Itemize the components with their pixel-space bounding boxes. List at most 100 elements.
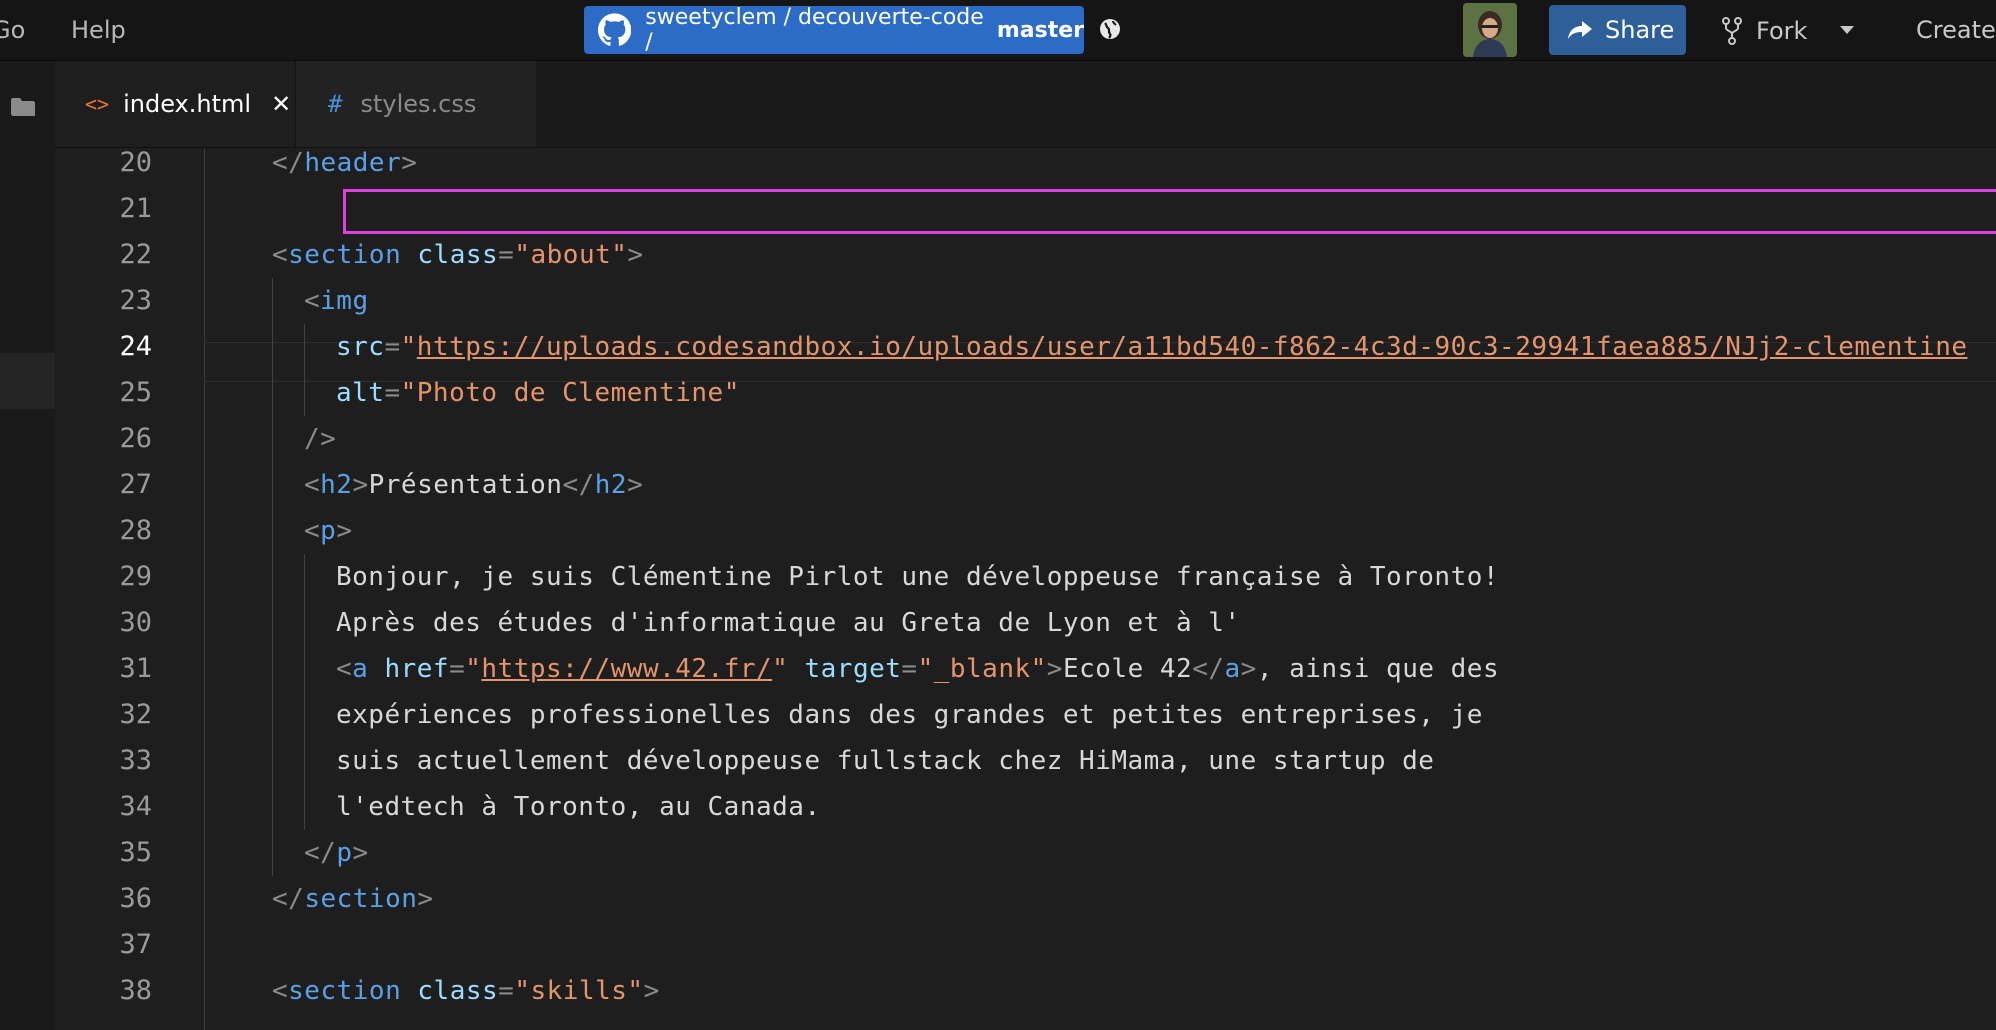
indent-guide [272, 508, 273, 554]
indent-guide [272, 738, 273, 784]
indent-guide [272, 324, 273, 370]
code-text: </p> [304, 838, 369, 868]
code-line[interactable]: 37 [55, 922, 1996, 968]
code-line[interactable]: 31 <a href="https://www.42.fr/" target="_… [55, 646, 1996, 692]
github-icon [598, 13, 632, 46]
code-text: <section class="skills"> [272, 976, 660, 1006]
line-number: 23 [119, 285, 152, 316]
indent-guide [304, 738, 305, 784]
top-bar: Go Help sweetyclem / decouverte-code / m… [0, 0, 1996, 61]
code-line[interactable]: 30 Après des études d'informatique au Gre… [55, 600, 1996, 646]
share-icon [1568, 21, 1592, 39]
fork-button[interactable]: Fork [1722, 14, 1807, 48]
indent-guide [272, 554, 273, 600]
code-text: Après des études d'informatique au Greta… [336, 608, 1241, 638]
close-icon[interactable]: ✕ [271, 90, 291, 118]
repo-branch: master [996, 17, 1084, 43]
line-number: 21 [119, 193, 152, 224]
indent-guide [272, 784, 273, 830]
line-number: 27 [119, 469, 152, 500]
indent-guide [304, 324, 305, 370]
repo-button[interactable]: sweetyclem / decouverte-code / master [584, 5, 1084, 55]
code-line[interactable]: 24 src="https://uploads.codesandbox.io/up… [55, 324, 1996, 370]
html-file-icon: <> [85, 92, 110, 116]
avatar-image [1463, 3, 1517, 57]
code-text: expériences professionelles dans des gra… [336, 700, 1483, 730]
code-text: src="https://uploads.codesandbox.io/uplo… [336, 332, 1968, 362]
repo-path: sweetyclem / decouverte-code / [645, 5, 984, 55]
code-text: </section> [272, 884, 434, 914]
code-line[interactable]: 23 <img [55, 278, 1996, 324]
line-number: 31 [119, 653, 152, 684]
line-number: 37 [119, 929, 152, 960]
line-number: 20 [119, 148, 152, 178]
indent-guide [304, 646, 305, 692]
line-number: 28 [119, 515, 152, 546]
code-text: l'edtech à Toronto, au Canada. [336, 792, 821, 822]
line-number: 35 [119, 837, 152, 868]
line-number: 29 [119, 561, 152, 592]
indent-guide [304, 692, 305, 738]
code-editor[interactable]: 20 </header> 21 22 <section class="about"> 23… [55, 148, 1996, 1030]
activity-bar [0, 61, 55, 1030]
code-line[interactable]: 36 </section> [55, 876, 1996, 922]
tab-styles-css[interactable]: # styles.css [295, 61, 536, 147]
code-line[interactable]: 25 alt="Photo de Clementine" [55, 370, 1996, 416]
menu-help[interactable]: Help [71, 16, 126, 44]
code-text: /> [304, 424, 337, 454]
share-button[interactable]: Share [1549, 5, 1686, 55]
code-line[interactable]: 33 suis actuellement développeuse fullsta… [55, 738, 1996, 784]
globe-icon[interactable] [1098, 17, 1122, 41]
indent-guide [304, 600, 305, 646]
code-line[interactable]: 32 expériences professionelles dans des g… [55, 692, 1996, 738]
tab-label: index.html [123, 90, 252, 118]
create-button[interactable]: Create [1916, 16, 1996, 44]
indent-guide [272, 370, 273, 416]
menu-go[interactable]: Go [0, 16, 25, 44]
code-text: </header> [272, 148, 418, 178]
line-number: 38 [119, 975, 152, 1006]
code-line[interactable]: 28 <p> [55, 508, 1996, 554]
line-number: 32 [119, 699, 152, 730]
code-line[interactable]: 35 </p> [55, 830, 1996, 876]
activity-active-row [0, 353, 55, 409]
line-number: 34 [119, 791, 152, 822]
code-text: alt="Photo de Clementine" [336, 378, 740, 408]
annotation-highlight-box [343, 189, 1996, 234]
folder-icon[interactable] [10, 97, 36, 117]
line-number: 33 [119, 745, 152, 776]
code-line[interactable]: 20 </header> [55, 148, 1996, 186]
tab-index-html[interactable]: <> index.html ✕ [55, 61, 295, 147]
indent-guide [272, 600, 273, 646]
code-line[interactable]: 27 <h2>Présentation</h2> [55, 462, 1996, 508]
indent-guide [272, 692, 273, 738]
code-line[interactable]: 26 /> [55, 416, 1996, 462]
css-file-icon: # [328, 90, 343, 118]
share-label: Share [1605, 16, 1675, 44]
code-line[interactable]: 22 <section class="about"> [55, 232, 1996, 278]
user-avatar[interactable] [1463, 3, 1517, 57]
tab-bar: <> index.html ✕ # styles.css [55, 61, 1996, 148]
code-line[interactable]: 38 <section class="skills"> [55, 968, 1996, 1014]
code-line[interactable]: 34 l'edtech à Toronto, au Canada. [55, 784, 1996, 830]
line-number: 30 [119, 607, 152, 638]
indent-guide [272, 462, 273, 508]
code-text: Bonjour, je suis Clémentine Pirlot une d… [336, 562, 1500, 592]
indent-guide [272, 646, 273, 692]
indent-guide [304, 370, 305, 416]
tab-label: styles.css [360, 90, 477, 118]
indent-guide [304, 784, 305, 830]
code-text: <a href="https://www.42.fr/" target="_bl… [336, 654, 1500, 684]
fork-icon [1722, 17, 1742, 45]
line-number: 25 [119, 377, 152, 408]
fork-label: Fork [1756, 17, 1808, 45]
indent-guide [272, 278, 273, 324]
line-number: 24 [119, 331, 152, 362]
line-number: 36 [119, 883, 152, 914]
line-number: 26 [119, 423, 152, 454]
code-text: <section class="about"> [272, 240, 644, 270]
chevron-down-icon[interactable] [1838, 24, 1856, 36]
code-text: <h2>Présentation</h2> [304, 470, 644, 500]
code-line[interactable]: 29 Bonjour, je suis Clémentine Pirlot une… [55, 554, 1996, 600]
line-number: 22 [119, 239, 152, 270]
